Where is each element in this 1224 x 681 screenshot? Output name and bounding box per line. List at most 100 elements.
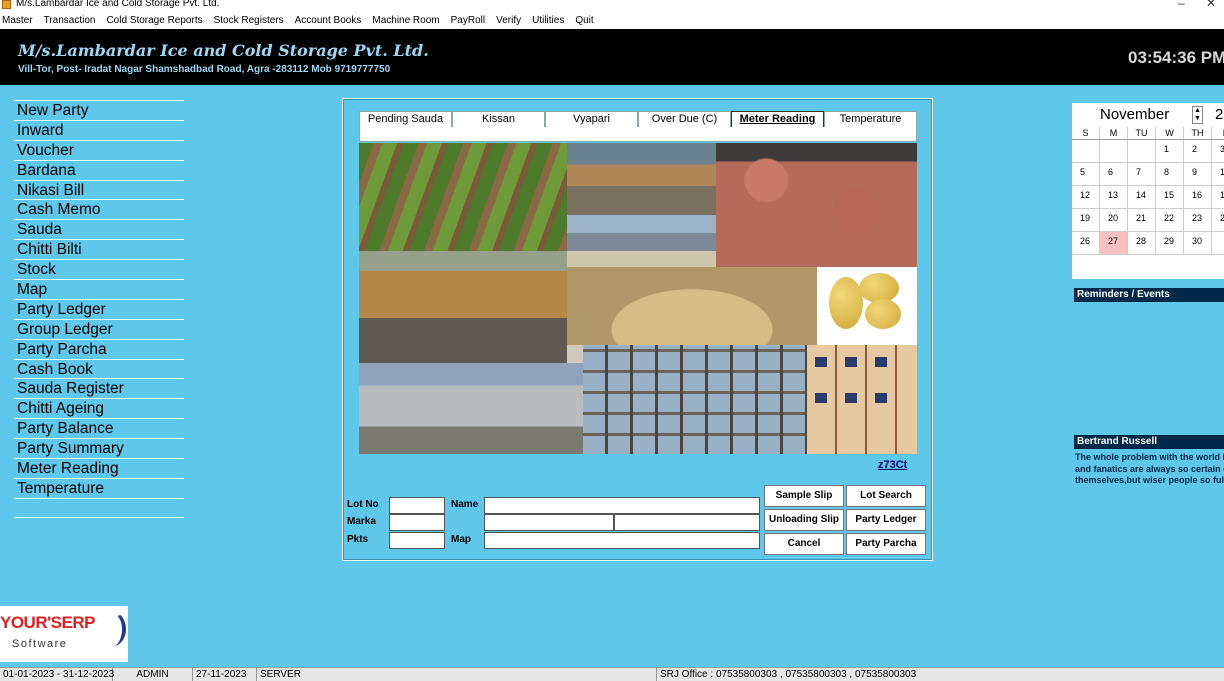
menu-verify[interactable]: Verify [496, 15, 521, 26]
logo-sub-text: Software [12, 638, 68, 650]
potato-field-photo [359, 143, 567, 251]
nav-chitti-ageing[interactable]: Chitti Ageing [14, 398, 184, 418]
nav-temperature[interactable]: Temperature [14, 477, 184, 498]
tab-bar: Pending Sauda Kissan Vyapari Over Due (C… [359, 111, 917, 127]
calendar-day[interactable]: 20 [1100, 209, 1128, 232]
calendar-day[interactable]: 3 [1212, 140, 1224, 163]
nav-divider [14, 497, 184, 499]
menu-bar: Master Transaction Cold Storage Reports … [0, 11, 1224, 29]
calendar-day[interactable]: 10 [1212, 163, 1224, 186]
tab-meter-reading[interactable]: Meter Reading [731, 111, 824, 127]
status-server: SERVER [257, 668, 657, 681]
calendar-day [1128, 140, 1156, 163]
calendar-day[interactable]: 19 [1072, 209, 1100, 232]
calendar-weekday: TH [1184, 127, 1212, 140]
calendar-day[interactable]: 2 [1184, 140, 1212, 163]
tab-temperature[interactable]: Temperature [824, 111, 917, 127]
menu-quit[interactable]: Quit [575, 15, 593, 26]
menu-account-books[interactable]: Account Books [295, 15, 362, 26]
calendar-day-today[interactable]: 27 [1100, 232, 1128, 255]
tab-kissan[interactable]: Kissan [452, 111, 545, 127]
calendar-day[interactable]: 5 [1072, 163, 1100, 186]
menu-machine-room[interactable]: Machine Room [372, 15, 439, 26]
clock: 03:54:36 PM [1128, 48, 1224, 67]
company-address: Vill-Tor, Post- Iradat Nagar Shamshadbad… [18, 64, 391, 75]
calendar-day[interactable]: 17 [1212, 186, 1224, 209]
tab-over-due[interactable]: Over Due (C) [638, 111, 731, 127]
tab-vyapari[interactable]: Vyapari [545, 111, 638, 127]
lot-search-button[interactable]: Lot Search [846, 485, 926, 507]
calendar-weekday: W [1156, 127, 1184, 140]
calendar-day[interactable]: 14 [1128, 186, 1156, 209]
calendar-day[interactable]: 6 [1100, 163, 1128, 186]
nav-group-ledger[interactable]: Group Ledger [14, 318, 184, 339]
marka-label: Marka [347, 516, 376, 527]
calendar-day[interactable]: 22 [1156, 209, 1184, 232]
calendar-day[interactable]: 9 [1184, 163, 1212, 186]
tab-content-header [359, 127, 917, 142]
sample-slip-button[interactable]: Sample Slip [764, 485, 844, 507]
menu-utilities[interactable]: Utilities [532, 15, 564, 26]
calendar-weekday: S [1072, 127, 1100, 140]
nav-bardana[interactable]: Bardana [14, 159, 184, 180]
nav-party-ledger[interactable]: Party Ledger [14, 298, 184, 319]
calendar-day[interactable]: 13 [1100, 186, 1128, 209]
lot-no-input[interactable] [389, 497, 445, 514]
nav-stock[interactable]: Stock [14, 259, 184, 279]
nav-sauda-register[interactable]: Sauda Register [14, 378, 184, 398]
logo-main-text: YOUR'SERP [0, 613, 95, 632]
close-icon[interactable]: ✕ [1206, 0, 1216, 10]
cancel-button[interactable]: Cancel [764, 533, 844, 555]
calendar-day[interactable]: 12 [1072, 186, 1100, 209]
calendar-day[interactable]: 29 [1156, 232, 1184, 255]
status-period: 01-01-2023 - 31-12-2023 [0, 668, 114, 681]
menu-stock-registers[interactable]: Stock Registers [214, 15, 284, 26]
pkts-input[interactable] [389, 532, 445, 549]
menu-transaction[interactable]: Transaction [44, 15, 96, 26]
nav-cash-memo[interactable]: Cash Memo [14, 199, 184, 219]
minimize-icon[interactable]: – [1178, 0, 1185, 10]
nav-cash-book[interactable]: Cash Book [14, 358, 184, 379]
calendar-day[interactable]: 7 [1128, 163, 1156, 186]
menu-cold-storage-reports[interactable]: Cold Storage Reports [106, 15, 202, 26]
calendar-day[interactable]: 16 [1184, 186, 1212, 209]
nav-voucher[interactable]: Voucher [14, 139, 184, 160]
calendar-day [1100, 140, 1128, 163]
party-parcha-button[interactable]: Party Parcha [846, 533, 926, 555]
menu-master[interactable]: Master [2, 15, 33, 26]
name-input[interactable] [484, 497, 760, 514]
nav-party-summary[interactable]: Party Summary [14, 438, 184, 458]
marka-input[interactable] [389, 514, 445, 531]
unloading-slip-button[interactable]: Unloading Slip [764, 509, 844, 531]
nav-party-balance[interactable]: Party Balance [14, 418, 184, 438]
calendar-day[interactable]: 21 [1128, 209, 1156, 232]
map-input[interactable] [484, 532, 760, 549]
calendar-day[interactable]: 23 [1184, 209, 1212, 232]
calendar-day[interactable]: 8 [1156, 163, 1184, 186]
nav-new-party[interactable]: New Party [14, 100, 184, 120]
nav-party-parcha[interactable]: Party Parcha [14, 338, 184, 359]
calendar-day[interactable]: 15 [1156, 186, 1184, 209]
nav-chitti-bilti[interactable]: Chitti Bilti [14, 239, 184, 259]
nav-map[interactable]: Map [14, 279, 184, 299]
nav-sauda[interactable]: Sauda [14, 219, 184, 239]
captcha-code-link[interactable]: z73Ct [878, 459, 907, 471]
title-bar: M/s.Lambardar Ice and Cold Storage Pvt. … [0, 0, 1224, 11]
nav-nikasi-bill[interactable]: Nikasi Bill [14, 179, 184, 200]
calendar-day[interactable]: 1 [1156, 140, 1184, 163]
calendar-day[interactable]: 28 [1128, 232, 1156, 255]
window-title: M/s.Lambardar Ice and Cold Storage Pvt. … [16, 0, 220, 9]
onion-sacks-photo [716, 143, 917, 267]
calendar-day[interactable]: 24 [1212, 209, 1224, 232]
reminders-title: Reminders / Events [1074, 288, 1224, 302]
calendar-day[interactable]: 30 [1184, 232, 1212, 255]
party-ledger-button[interactable]: Party Ledger [846, 509, 926, 531]
nav-inward[interactable]: Inward [14, 119, 184, 140]
nav-meter-reading[interactable]: Meter Reading [14, 458, 184, 478]
marka-input-3[interactable] [614, 514, 760, 531]
month-spinner-icon[interactable]: ▲ ▼ [1192, 106, 1203, 124]
tab-pending-sauda[interactable]: Pending Sauda [359, 111, 452, 127]
menu-payroll[interactable]: PayRoll [451, 15, 485, 26]
marka-input-2[interactable] [484, 514, 614, 531]
calendar-day[interactable]: 26 [1072, 232, 1100, 255]
